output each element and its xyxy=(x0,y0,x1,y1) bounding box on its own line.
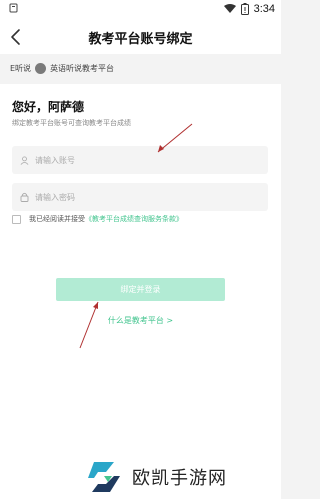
watermark: 欧凯手游网 xyxy=(84,455,281,499)
account-input[interactable] xyxy=(33,154,257,166)
battery-alert-icon xyxy=(240,3,249,15)
source-app-label: E听说 xyxy=(10,63,32,73)
lock-icon xyxy=(20,192,29,202)
what-is-platform-link[interactable]: 什么是教考平台 > xyxy=(0,315,281,326)
agreement-row: 我已经阅读并接受《教考平台成绩查询服务条款》 xyxy=(12,214,183,224)
watermark-logo-icon xyxy=(88,462,120,492)
platform-logo-icon xyxy=(35,62,47,74)
user-icon xyxy=(20,155,29,165)
password-field[interactable] xyxy=(12,183,268,211)
status-time: 3:34 xyxy=(253,3,275,15)
agreement-checkbox[interactable] xyxy=(12,214,21,224)
platform-name: 英语听说教考平台 xyxy=(50,63,115,73)
annotation-arrow-account-icon xyxy=(157,123,193,153)
greeting-subtext: 绑定教考平台账号可查询教考平台成绩 xyxy=(12,119,131,127)
header-bar: 教考平台账号绑定 xyxy=(0,20,281,54)
notification-icon xyxy=(9,3,18,13)
status-bar: 3:34 xyxy=(0,0,281,20)
watermark-text: 欧凯手游网 xyxy=(132,468,227,489)
password-input[interactable] xyxy=(33,191,257,203)
agreement-text: 我已经阅读并接受 xyxy=(29,215,85,223)
agreement-terms-link[interactable]: 《教考平台成绩查询服务条款》 xyxy=(85,215,183,223)
account-field[interactable] xyxy=(12,146,268,174)
annotation-arrow-button-icon xyxy=(79,301,99,349)
page-title: 教考平台账号绑定 xyxy=(88,32,193,47)
platform-crumb: E听说 英语听说教考平台 xyxy=(10,60,114,76)
greeting-heading: 您好，阿萨德 xyxy=(12,100,85,114)
wifi-icon xyxy=(223,4,236,13)
